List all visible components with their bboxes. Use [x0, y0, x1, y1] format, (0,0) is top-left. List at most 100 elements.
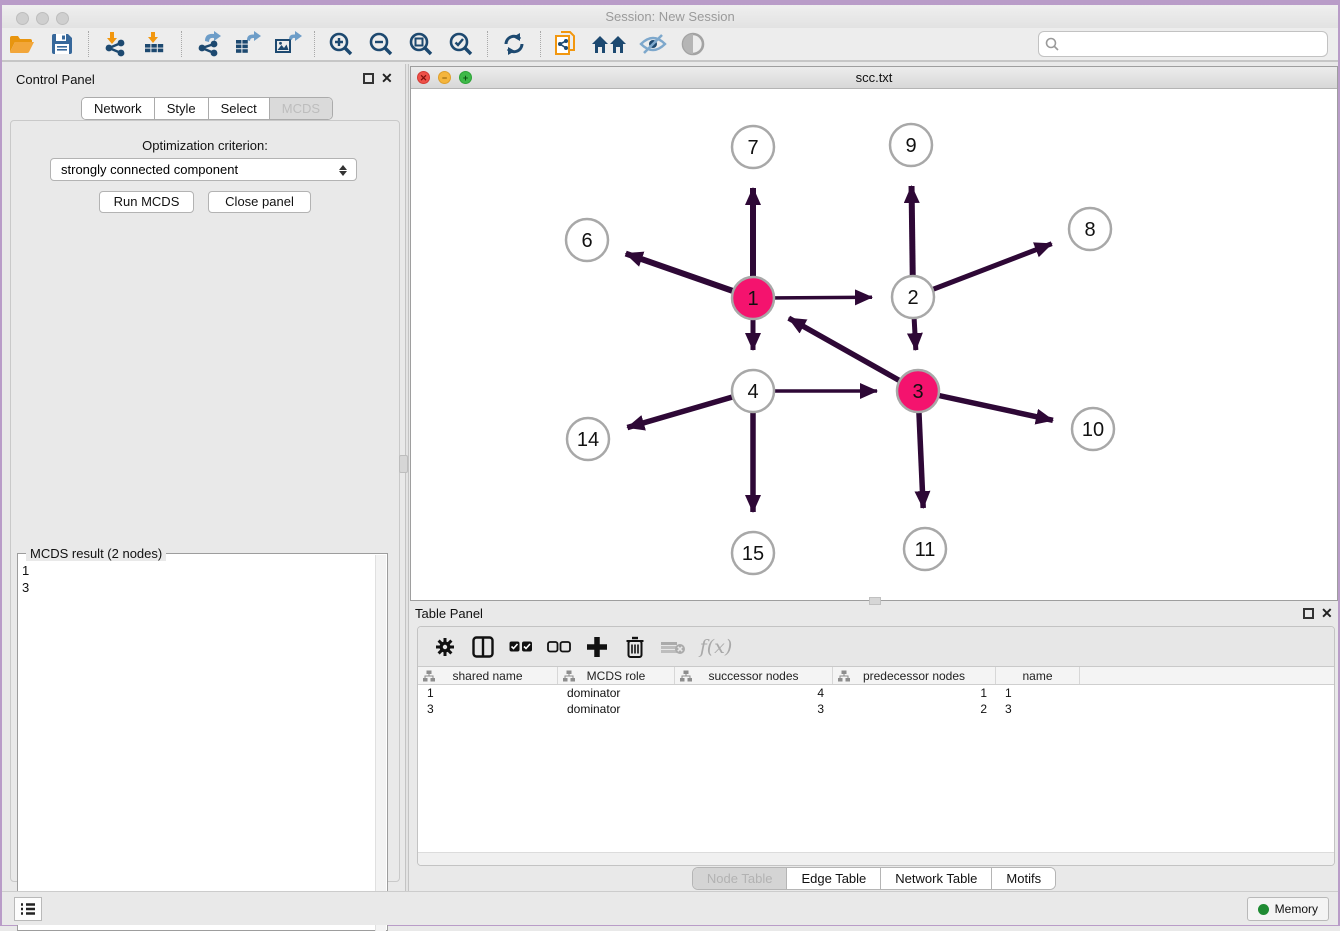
column-header-mcds_role[interactable]: MCDS role	[558, 667, 675, 684]
import-network-button[interactable]	[98, 29, 132, 59]
select-all-button[interactable]	[506, 632, 536, 662]
hide-graphics-details-button[interactable]	[636, 29, 670, 59]
first-neighbors-button[interactable]	[590, 29, 630, 59]
close-panel-button[interactable]: Close panel	[208, 191, 311, 213]
memory-label: Memory	[1275, 902, 1318, 916]
graph-node-9[interactable]: 9	[890, 124, 932, 166]
graph-node-3[interactable]: 3	[897, 370, 939, 412]
refresh-network-button[interactable]	[497, 29, 531, 59]
tab-select[interactable]: Select	[209, 98, 270, 119]
split-divider-vertical[interactable]	[405, 64, 409, 892]
control-panel-titlebar: Control Panel ✕	[4, 64, 405, 94]
graph-node-1[interactable]: 1	[732, 277, 774, 319]
column-layout-button[interactable]	[468, 632, 498, 662]
graph-edge-2-8[interactable]	[913, 244, 1052, 297]
graph-node-6[interactable]: 6	[566, 219, 608, 261]
tab-style[interactable]: Style	[155, 98, 209, 119]
network-canvas[interactable]: 1 2 3 4 6 7 8 9 10 11 14 15	[411, 89, 1337, 600]
toolbar-separator	[88, 31, 89, 57]
fit-content-button[interactable]	[404, 29, 438, 59]
graph-node-11[interactable]: 11	[904, 528, 946, 570]
bird-view-button[interactable]	[676, 29, 710, 59]
tab-network[interactable]: Network	[82, 98, 155, 119]
close-panel-icon[interactable]: ✕	[381, 70, 393, 87]
table-panel: Table Panel ✕	[410, 604, 1338, 888]
export-network-button[interactable]	[191, 29, 225, 59]
graph-node-label: 3	[912, 381, 923, 403]
graph-node-10[interactable]: 10	[1072, 408, 1114, 450]
list-icon	[20, 902, 36, 916]
cell-predecessor_nodes[interactable]: 2	[833, 701, 996, 717]
graph-node-2[interactable]: 2	[892, 276, 934, 318]
tab-mcds[interactable]: MCDS	[270, 98, 332, 119]
network-window-titlebar[interactable]: ✕ − + scc.txt	[411, 67, 1337, 89]
optimization-criterion-select[interactable]: strongly connected component	[50, 158, 357, 181]
column-header-shared_name[interactable]: shared name	[418, 667, 558, 684]
tab-motifs[interactable]: Motifs	[992, 868, 1055, 889]
run-mcds-button[interactable]: Run MCDS	[99, 191, 194, 213]
mcds-result-item[interactable]: 1	[22, 562, 29, 579]
float-panel-icon[interactable]	[363, 73, 374, 84]
app-titlebar[interactable]: Session: New Session	[2, 5, 1338, 28]
function-builder-button[interactable]: f(x)	[696, 632, 736, 662]
cell-shared_name[interactable]: 1	[418, 685, 558, 701]
column-header-label: MCDS role	[587, 669, 646, 683]
cell-successor_nodes[interactable]: 4	[675, 685, 833, 701]
graph-node-7[interactable]: 7	[732, 126, 774, 168]
save-session-button[interactable]	[45, 29, 79, 59]
close-table-panel-icon[interactable]: ✕	[1321, 605, 1333, 622]
column-header-label: shared name	[452, 669, 522, 683]
cell-name[interactable]: 1	[996, 685, 1080, 701]
export-image-button[interactable]	[271, 29, 305, 59]
column-header-predecessor_nodes[interactable]: predecessor nodes	[833, 667, 996, 684]
cell-mcds_role[interactable]: dominator	[558, 685, 675, 701]
import-table-button[interactable]	[138, 29, 172, 59]
search-box[interactable]	[1038, 31, 1328, 57]
open-session-button[interactable]	[5, 29, 39, 59]
deselect-all-button[interactable]	[544, 632, 574, 662]
column-tree-icon	[563, 670, 575, 682]
cell-shared_name[interactable]: 3	[418, 701, 558, 717]
zoom-out-button[interactable]	[364, 29, 398, 59]
table-horizontal-scrollbar[interactable]	[418, 852, 1334, 865]
cell-predecessor_nodes[interactable]: 1	[833, 685, 996, 701]
delete-table-button[interactable]	[658, 632, 688, 662]
zoom-in-button[interactable]	[324, 29, 358, 59]
task-history-button[interactable]	[14, 897, 42, 921]
network-view-title: scc.txt	[411, 70, 1337, 85]
mcds-result-scrollbar[interactable]	[375, 555, 386, 931]
fx-icon: f(x)	[700, 636, 733, 658]
column-header-successor_nodes[interactable]: successor nodes	[675, 667, 833, 684]
toolbar-separator	[314, 31, 315, 57]
cell-name[interactable]: 3	[996, 701, 1080, 717]
mcds-result-list[interactable]: 13	[22, 562, 29, 596]
float-table-panel-icon[interactable]	[1303, 608, 1314, 619]
graph-node-15[interactable]: 15	[732, 532, 774, 574]
create-column-button[interactable]	[582, 632, 612, 662]
tab-node-table[interactable]: Node Table	[693, 868, 788, 889]
cell-successor_nodes[interactable]: 3	[675, 701, 833, 717]
graph-node-8[interactable]: 8	[1069, 208, 1111, 250]
table-settings-button[interactable]	[430, 632, 460, 662]
memory-button[interactable]: Memory	[1247, 897, 1329, 921]
tab-edge-table[interactable]: Edge Table	[787, 868, 881, 889]
table-row[interactable]: 1dominator411	[418, 685, 1334, 701]
mcds-panel: Optimization criterion: strongly connect…	[10, 120, 400, 882]
graph-node-label: 9	[905, 135, 916, 157]
toolbar-separator	[540, 31, 541, 57]
search-input[interactable]	[1063, 37, 1327, 51]
delete-column-button[interactable]	[620, 632, 650, 662]
table-row[interactable]: 3dominator323	[418, 701, 1334, 717]
column-header-label: name	[1022, 669, 1052, 683]
cell-mcds_role[interactable]: dominator	[558, 701, 675, 717]
clone-network-button[interactable]	[550, 29, 584, 59]
tab-network-table[interactable]: Network Table	[881, 868, 992, 889]
graph-node-14[interactable]: 14	[567, 418, 609, 460]
export-table-button[interactable]	[231, 29, 265, 59]
graph-edge-3-1[interactable]	[789, 318, 918, 391]
mcds-result-item[interactable]: 3	[22, 579, 29, 596]
zoom-selected-button[interactable]	[444, 29, 478, 59]
column-header-name[interactable]: name	[996, 667, 1080, 684]
split-divider-grip[interactable]	[399, 455, 408, 473]
graph-node-4[interactable]: 4	[732, 370, 774, 412]
